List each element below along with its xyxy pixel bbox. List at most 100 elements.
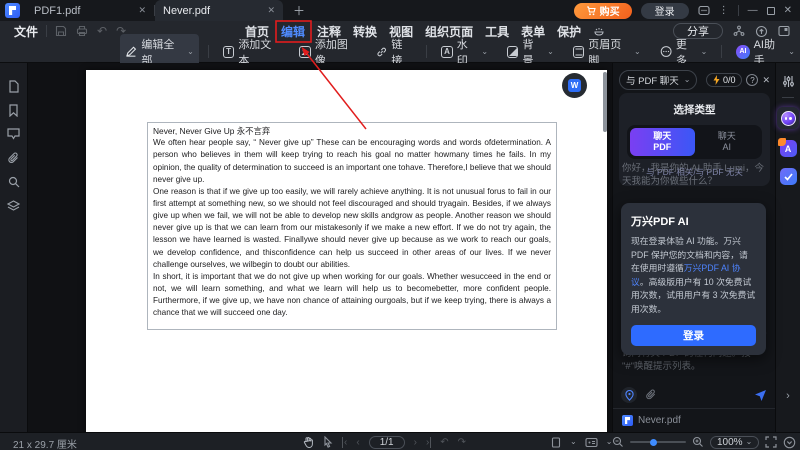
divider: [738, 5, 739, 16]
more-options-icon[interactable]: ⋮: [719, 5, 729, 16]
attach-file-icon[interactable]: [645, 389, 657, 401]
collapse-strip-icon[interactable]: ›: [786, 390, 790, 402]
current-file-name: Never.pdf: [638, 415, 681, 426]
pdf-page[interactable]: Never, Never Give Up 永不言弃 We often hear …: [86, 70, 607, 432]
caret-down-icon: ⌄: [547, 50, 554, 54]
login-button[interactable]: 登录: [641, 3, 689, 19]
check-icon: [784, 173, 793, 181]
single-page-view-icon[interactable]: [550, 437, 562, 448]
attachment-icon[interactable]: [7, 151, 21, 165]
print-icon[interactable]: [76, 25, 88, 37]
rotate-right-icon[interactable]: ↷: [458, 437, 466, 448]
watermark-icon: A: [441, 46, 452, 58]
tab-never[interactable]: Never.pdf ✕: [155, 0, 283, 21]
properties-sliders-icon[interactable]: [782, 75, 795, 88]
popup-title: 万兴PDF AI: [631, 213, 756, 229]
pdf-editor-window: PDF1.pdf ✕ Never.pdf ✕ ＋ 购买 登录 ⋮: [0, 0, 800, 450]
minimize-button[interactable]: —: [748, 5, 758, 16]
undo-icon[interactable]: ↶: [97, 24, 107, 38]
view-mode-controls: ⌄ ⌄: [550, 433, 612, 450]
export-to-word-button[interactable]: W: [562, 73, 587, 98]
document-paragraph: We often hear people say, “ Never give u…: [153, 137, 551, 186]
save-icon[interactable]: [55, 25, 67, 37]
robot-icon: [781, 111, 796, 126]
page-size-label: 21 x 29.7 厘米: [13, 436, 77, 450]
rotate-left-icon[interactable]: ↶: [440, 437, 448, 448]
caret-down-icon: ⌄: [746, 440, 753, 444]
background-icon: [507, 46, 518, 58]
first-page-button[interactable]: ‹: [342, 437, 347, 448]
chat-pdf-option[interactable]: 聊天 PDF: [630, 128, 695, 156]
page-indicator[interactable]: 1/1: [369, 436, 405, 449]
feedback-icon[interactable]: [698, 5, 710, 17]
ai-assistant-panel-button[interactable]: [777, 107, 799, 129]
chat-ai-option[interactable]: 聊天 AI: [695, 128, 760, 156]
hand-tool-icon[interactable]: [303, 436, 314, 448]
last-page-button[interactable]: ›: [426, 437, 431, 448]
reading-mode-icon[interactable]: [585, 437, 598, 448]
document-canvas[interactable]: Never, Never Give Up 永不言弃 We often hear …: [28, 63, 612, 432]
search-icon[interactable]: [7, 175, 21, 189]
app-logo-icon: [5, 3, 20, 18]
thumbnails-icon[interactable]: [7, 79, 21, 93]
send-icon[interactable]: [754, 389, 767, 402]
tab-close-icon[interactable]: ✕: [138, 5, 146, 16]
pencil-icon: [125, 45, 137, 58]
tab-close-icon[interactable]: ✕: [267, 5, 275, 16]
tab-pdf1[interactable]: PDF1.pdf ✕: [26, 0, 154, 21]
zoom-slider-handle[interactable]: [650, 439, 657, 446]
close-panel-icon[interactable]: ✕: [762, 75, 770, 86]
chat-attach-row: [621, 387, 767, 403]
previous-page-button[interactable]: ‹: [356, 437, 359, 448]
collapse-toolbar-icon[interactable]: [783, 436, 796, 449]
help-icon[interactable]: ?: [746, 74, 758, 86]
bookmark-icon[interactable]: [7, 103, 21, 117]
quick-actions: ↶ ↷: [55, 24, 126, 38]
selected-text-box[interactable]: Never, Never Give Up 永不言弃 We often hear …: [147, 122, 557, 330]
comments-icon[interactable]: [7, 127, 21, 141]
zoom-in-icon[interactable]: [692, 436, 704, 448]
divider: [46, 25, 47, 37]
titlebar: PDF1.pdf ✕ Never.pdf ✕ ＋ 购买 登录 ⋮: [0, 0, 800, 21]
select-tool-icon[interactable]: [323, 436, 333, 448]
maximize-button[interactable]: [767, 7, 775, 15]
zoom-out-icon[interactable]: [612, 436, 624, 448]
caret-down-icon: ⌄: [187, 50, 194, 54]
chat-type-segmented: 聊天 PDF 聊天 AI: [627, 125, 762, 159]
caret-down-icon: ⌄: [788, 50, 795, 54]
chat-mode-dropdown[interactable]: 与 PDF 聊天 ⌄: [619, 70, 697, 90]
ai-login-popup: 万兴PDF AI 现在登录体验 AI 功能。万兴PDF 保护您的文档和内容，请在…: [621, 203, 766, 355]
quota-count: 0/0: [723, 75, 736, 85]
tab-title: PDF1.pdf: [34, 5, 132, 17]
close-window-button[interactable]: ✕: [784, 5, 792, 16]
todo-check-button[interactable]: [780, 168, 797, 185]
caret-down-icon: ⌄: [481, 50, 488, 54]
image-icon: [299, 46, 311, 58]
popup-login-button[interactable]: 登录: [631, 325, 756, 346]
divider: [208, 45, 209, 58]
location-pin-icon[interactable]: [621, 387, 637, 403]
divider: [721, 45, 722, 58]
edit-toolbar: 编辑全部 ⌄ T 添加文本 添加图像 链接 A: [0, 41, 800, 63]
main-area: Never, Never Give Up 永不言弃 We often hear …: [0, 63, 800, 432]
zoom-level-dropdown[interactable]: 100% ⌄: [710, 436, 759, 449]
word-icon: W: [568, 79, 581, 92]
zoom-slider[interactable]: [630, 441, 686, 443]
next-page-button[interactable]: ›: [414, 437, 417, 448]
page-navigation: ‹ ‹ 1/1 › › ↶ ↷: [303, 433, 466, 450]
fullscreen-icon[interactable]: [765, 436, 777, 448]
current-file-row[interactable]: Never.pdf: [613, 408, 775, 432]
divider: [426, 45, 427, 58]
more-circle-icon: [660, 45, 672, 58]
ai-translate-button[interactable]: A: [780, 140, 797, 157]
vertical-scrollbar[interactable]: [603, 72, 607, 132]
ai-badge-icon: AI: [736, 45, 749, 59]
left-sidebar: [0, 63, 28, 432]
file-menu[interactable]: 文件: [14, 23, 38, 40]
buy-button[interactable]: 购买: [574, 3, 632, 19]
layers-icon[interactable]: [7, 199, 21, 213]
new-tab-button[interactable]: ＋: [293, 2, 305, 19]
caret-down-icon: ⌄: [701, 50, 708, 54]
zoom-level: 100%: [717, 437, 743, 448]
tab-title: Never.pdf: [163, 5, 261, 17]
